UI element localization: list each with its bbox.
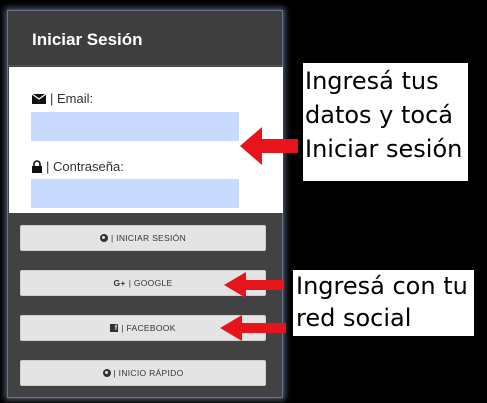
google-plus-icon: G+: [113, 278, 126, 288]
user-icon: [102, 369, 111, 377]
panel-title: Iniciar Sesión: [32, 30, 143, 49]
arrow-to-google: [224, 272, 284, 298]
callout-social-login: Ingresá con tu red social: [293, 270, 474, 336]
arrow-to-facebook: [220, 315, 286, 341]
password-label: | Contraseña:: [32, 159, 124, 174]
quick-login-button[interactable]: | INICIO RÁPIDO: [20, 360, 266, 386]
quick-login-button-label: | INICIO RÁPIDO: [113, 368, 184, 378]
facebook-button-label: | FACEBOOK: [121, 323, 176, 333]
lock-icon: [32, 160, 42, 173]
callout1-line3: Iniciar sesión: [305, 135, 463, 163]
callout2-line1: Ingresá con tu: [296, 272, 468, 300]
arrow-to-form: [240, 127, 298, 165]
google-button-label: | GOOGLE: [128, 278, 173, 288]
email-label: | Email:: [32, 91, 93, 106]
envelope-icon: [32, 93, 46, 104]
email-field[interactable]: [31, 112, 239, 141]
panel-header: Iniciar Sesión: [8, 11, 282, 66]
login-button-label: | INICIAR SESIÓN: [110, 233, 187, 243]
callout2-line2: red social: [296, 304, 412, 332]
password-field[interactable]: [31, 179, 239, 208]
login-button[interactable]: | INICIAR SESIÓN: [20, 225, 266, 251]
password-label-text: | Contraseña:: [46, 159, 124, 174]
callout1-line2: datos y tocá: [305, 101, 453, 129]
callout-login-instructions: Ingresá tus datos y tocá Iniciar sesión: [303, 63, 468, 181]
callout1-line1: Ingresá tus: [305, 67, 439, 95]
email-label-text: | Email:: [50, 91, 94, 106]
user-icon: [99, 234, 108, 242]
facebook-icon: f: [110, 324, 119, 332]
